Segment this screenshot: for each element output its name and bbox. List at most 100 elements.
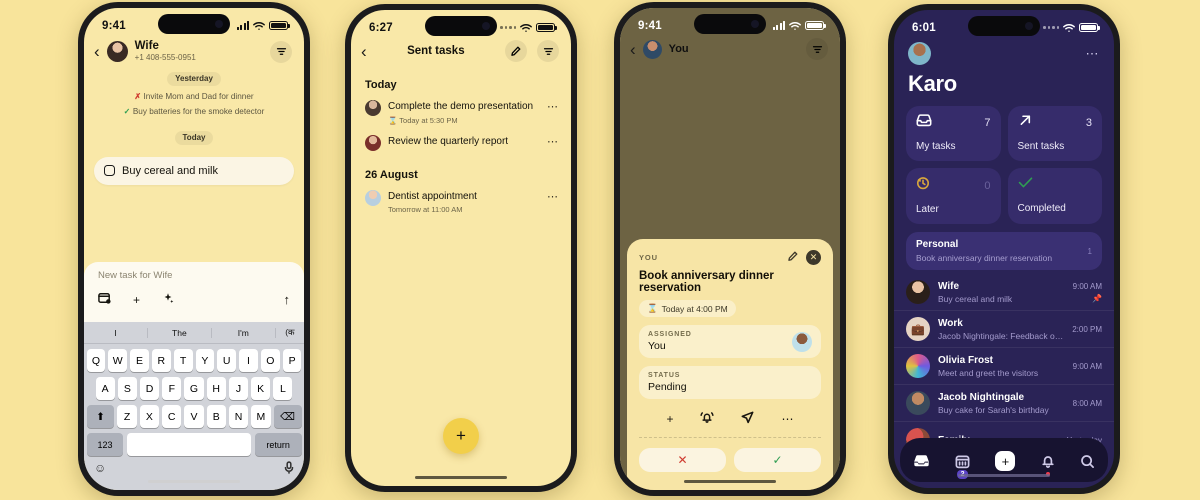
tab-inbox[interactable]: [913, 454, 930, 468]
stat-card-sent-tasks[interactable]: 3 Sent tasks: [1007, 106, 1102, 161]
status-field[interactable]: STATUS Pending: [639, 366, 821, 399]
list-item[interactable]: Wife Buy cereal and milk 9:00 AM 📌: [894, 274, 1114, 311]
key[interactable]: N: [228, 405, 249, 428]
key[interactable]: C: [162, 405, 182, 428]
plus-icon[interactable]: +: [133, 293, 140, 307]
avatar[interactable]: [106, 41, 128, 63]
key[interactable]: J: [228, 377, 249, 400]
sheet-actions: + ⋯: [639, 399, 821, 438]
keyboard-row-1: Q W E R T Y U I O P: [86, 349, 302, 372]
message-text: Invite Mom and Dad for dinner: [143, 91, 254, 101]
microphone-icon[interactable]: [284, 461, 294, 477]
assigned-field[interactable]: ASSIGNED You: [639, 325, 821, 358]
suggestion-1[interactable]: The: [148, 327, 212, 338]
more-icon[interactable]: ⋯: [781, 412, 793, 426]
task-row[interactable]: Complete the demo presentation ⌛ Today a…: [351, 96, 571, 131]
send-icon[interactable]: [741, 411, 754, 427]
chat-time: 8:00 AM: [1072, 398, 1102, 408]
key[interactable]: K: [251, 377, 271, 400]
plus-icon[interactable]: +: [666, 412, 673, 426]
due-text: Today at 4:00 PM: [661, 303, 728, 314]
return-key[interactable]: return: [254, 433, 302, 456]
pinned-card[interactable]: Personal Book anniversary dinner reserva…: [906, 232, 1102, 270]
space-key[interactable]: [127, 433, 251, 456]
suggestion-3[interactable]: (क: [276, 327, 304, 338]
stat-card-later[interactable]: 0 Later: [906, 168, 1001, 224]
pencil-icon[interactable]: [505, 40, 527, 62]
avatar[interactable]: [792, 331, 812, 352]
filter-icon[interactable]: [806, 38, 828, 60]
new-task-input[interactable]: New task for Wife: [98, 270, 290, 281]
key[interactable]: Z: [117, 405, 137, 428]
key[interactable]: B: [206, 405, 226, 428]
key[interactable]: H: [206, 377, 226, 400]
bell-icon: [1042, 455, 1054, 468]
key[interactable]: G: [184, 377, 204, 400]
tab-notifications[interactable]: [1041, 454, 1055, 476]
avatar[interactable]: [642, 39, 662, 59]
key[interactable]: S: [117, 377, 137, 400]
tab-calendar[interactable]: 2: [955, 454, 970, 479]
task-row[interactable]: Review the quarterly report ⋯: [351, 131, 571, 157]
back-button[interactable]: ‹: [361, 43, 367, 60]
more-icon[interactable]: ⋯: [547, 100, 559, 113]
key[interactable]: A: [95, 377, 115, 400]
key[interactable]: E: [130, 349, 149, 372]
more-icon[interactable]: ⋯: [547, 135, 559, 148]
chat-header: ‹ You: [620, 38, 840, 60]
key[interactable]: M: [251, 405, 271, 428]
more-icon[interactable]: ⋯: [547, 190, 559, 203]
key[interactable]: R: [151, 349, 171, 372]
accept-button[interactable]: ✓: [734, 448, 821, 472]
key[interactable]: V: [184, 405, 204, 428]
reject-button[interactable]: ✕: [639, 448, 726, 472]
suggestion-0[interactable]: I: [84, 327, 148, 338]
stat-card-my-tasks[interactable]: 7 My tasks: [906, 106, 1001, 161]
add-task-fab[interactable]: +: [443, 418, 479, 454]
stat-label: My tasks: [916, 141, 956, 152]
day-divider: Today: [174, 130, 214, 145]
suggestion-2[interactable]: I'm: [212, 327, 276, 338]
filter-icon[interactable]: [537, 40, 559, 62]
more-icon[interactable]: ⋯: [1086, 47, 1101, 60]
battery-icon: [269, 20, 290, 31]
list-item[interactable]: Jacob Nightingale Buy cake for Sarah's b…: [894, 385, 1114, 422]
key[interactable]: T: [173, 349, 193, 372]
task-checkbox[interactable]: [104, 165, 115, 177]
key[interactable]: U: [217, 349, 237, 372]
close-icon[interactable]: ✕: [806, 250, 821, 265]
filter-icon[interactable]: [270, 40, 292, 63]
chat-message: Meet and greet the visitors: [938, 367, 1039, 378]
key[interactable]: X: [139, 405, 160, 428]
key[interactable]: L: [273, 377, 293, 400]
calendar-settings-icon[interactable]: [98, 292, 111, 307]
sparkle-icon[interactable]: [162, 292, 174, 307]
key[interactable]: W: [108, 349, 128, 372]
stat-card-completed[interactable]: Completed: [1007, 168, 1102, 224]
key[interactable]: O: [260, 349, 280, 372]
bell-ring-icon[interactable]: [700, 411, 715, 427]
send-button[interactable]: ↑: [284, 292, 291, 307]
numbers-key[interactable]: 123: [86, 433, 124, 456]
avatar[interactable]: [908, 42, 931, 65]
tab-add[interactable]: +: [995, 451, 1016, 471]
shift-key[interactable]: ⬆: [86, 405, 115, 428]
key[interactable]: F: [162, 377, 182, 400]
key[interactable]: P: [282, 349, 302, 372]
back-button[interactable]: ‹: [630, 41, 636, 58]
task-bubble[interactable]: Buy cereal and milk: [94, 156, 294, 185]
tab-search[interactable]: [1080, 454, 1095, 469]
key[interactable]: Q: [86, 349, 106, 372]
list-item[interactable]: 💼 Work Jacob Nightingale: Feedback on sa…: [894, 311, 1114, 348]
task-row[interactable]: Dentist appointment Tomorrow at 11:00 AM…: [351, 186, 571, 221]
emoji-icon[interactable]: ☺: [94, 461, 106, 477]
key[interactable]: Y: [195, 349, 215, 372]
back-button[interactable]: ‹: [94, 43, 100, 60]
key[interactable]: I: [239, 349, 258, 372]
contact-phone: +1 408-555-0951: [134, 53, 196, 63]
backspace-key[interactable]: ⌫: [273, 405, 302, 428]
list-item[interactable]: Olivia Frost Meet and greet the visitors…: [894, 348, 1114, 385]
key[interactable]: D: [139, 377, 160, 400]
pencil-icon[interactable]: [788, 251, 798, 264]
pinned-count: 1: [1087, 246, 1092, 256]
